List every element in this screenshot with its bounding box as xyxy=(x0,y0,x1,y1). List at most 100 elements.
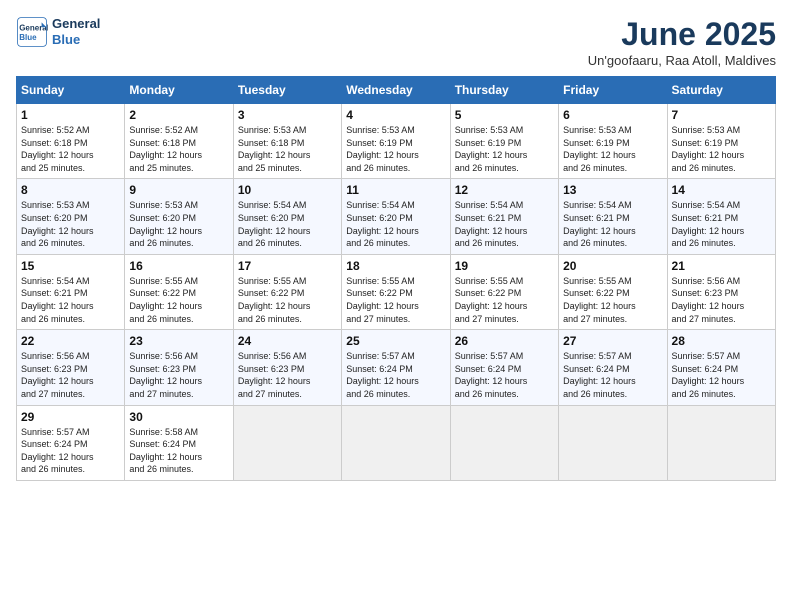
calendar-cell: 5 Sunrise: 5:53 AM Sunset: 6:19 PM Daylig… xyxy=(450,104,558,179)
day-number: 10 xyxy=(238,183,337,197)
day-info: Sunrise: 5:55 AM Sunset: 6:22 PM Dayligh… xyxy=(563,275,662,325)
week-row-3: 15 Sunrise: 5:54 AM Sunset: 6:21 PM Dayli… xyxy=(17,254,776,329)
day-number: 8 xyxy=(21,183,120,197)
calendar-cell: 23 Sunrise: 5:56 AM Sunset: 6:23 PM Dayli… xyxy=(125,330,233,405)
day-info: Sunrise: 5:54 AM Sunset: 6:21 PM Dayligh… xyxy=(563,199,662,249)
calendar-cell: 3 Sunrise: 5:53 AM Sunset: 6:18 PM Daylig… xyxy=(233,104,341,179)
day-info: Sunrise: 5:57 AM Sunset: 6:24 PM Dayligh… xyxy=(21,426,120,476)
calendar-cell: 29 Sunrise: 5:57 AM Sunset: 6:24 PM Dayli… xyxy=(17,405,125,480)
day-number: 15 xyxy=(21,259,120,273)
calendar-cell: 7 Sunrise: 5:53 AM Sunset: 6:19 PM Daylig… xyxy=(667,104,775,179)
day-info: Sunrise: 5:53 AM Sunset: 6:19 PM Dayligh… xyxy=(346,124,445,174)
day-number: 2 xyxy=(129,108,228,122)
calendar-cell xyxy=(450,405,558,480)
calendar-table: SundayMondayTuesdayWednesdayThursdayFrid… xyxy=(16,76,776,481)
day-number: 21 xyxy=(672,259,771,273)
calendar-cell xyxy=(342,405,450,480)
weekday-header-sunday: Sunday xyxy=(17,77,125,104)
calendar-cell: 1 Sunrise: 5:52 AM Sunset: 6:18 PM Daylig… xyxy=(17,104,125,179)
day-info: Sunrise: 5:54 AM Sunset: 6:21 PM Dayligh… xyxy=(21,275,120,325)
calendar-cell xyxy=(559,405,667,480)
day-info: Sunrise: 5:55 AM Sunset: 6:22 PM Dayligh… xyxy=(129,275,228,325)
day-info: Sunrise: 5:56 AM Sunset: 6:23 PM Dayligh… xyxy=(672,275,771,325)
day-info: Sunrise: 5:56 AM Sunset: 6:23 PM Dayligh… xyxy=(129,350,228,400)
calendar-cell xyxy=(233,405,341,480)
day-number: 18 xyxy=(346,259,445,273)
calendar-cell: 28 Sunrise: 5:57 AM Sunset: 6:24 PM Dayli… xyxy=(667,330,775,405)
day-number: 20 xyxy=(563,259,662,273)
day-number: 17 xyxy=(238,259,337,273)
calendar-subtitle: Un'goofaaru, Raa Atoll, Maldives xyxy=(588,53,776,68)
day-number: 19 xyxy=(455,259,554,273)
day-number: 3 xyxy=(238,108,337,122)
day-number: 14 xyxy=(672,183,771,197)
weekday-header-row: SundayMondayTuesdayWednesdayThursdayFrid… xyxy=(17,77,776,104)
calendar-cell: 25 Sunrise: 5:57 AM Sunset: 6:24 PM Dayli… xyxy=(342,330,450,405)
day-number: 29 xyxy=(21,410,120,424)
calendar-cell: 21 Sunrise: 5:56 AM Sunset: 6:23 PM Dayli… xyxy=(667,254,775,329)
day-info: Sunrise: 5:56 AM Sunset: 6:23 PM Dayligh… xyxy=(21,350,120,400)
day-number: 5 xyxy=(455,108,554,122)
calendar-cell: 8 Sunrise: 5:53 AM Sunset: 6:20 PM Daylig… xyxy=(17,179,125,254)
day-info: Sunrise: 5:57 AM Sunset: 6:24 PM Dayligh… xyxy=(346,350,445,400)
day-number: 9 xyxy=(129,183,228,197)
calendar-title: June 2025 xyxy=(588,16,776,53)
day-info: Sunrise: 5:57 AM Sunset: 6:24 PM Dayligh… xyxy=(672,350,771,400)
day-info: Sunrise: 5:54 AM Sunset: 6:20 PM Dayligh… xyxy=(238,199,337,249)
day-number: 12 xyxy=(455,183,554,197)
day-info: Sunrise: 5:54 AM Sunset: 6:20 PM Dayligh… xyxy=(346,199,445,249)
week-row-5: 29 Sunrise: 5:57 AM Sunset: 6:24 PM Dayli… xyxy=(17,405,776,480)
day-number: 11 xyxy=(346,183,445,197)
day-number: 25 xyxy=(346,334,445,348)
calendar-cell: 18 Sunrise: 5:55 AM Sunset: 6:22 PM Dayli… xyxy=(342,254,450,329)
calendar-cell: 19 Sunrise: 5:55 AM Sunset: 6:22 PM Dayli… xyxy=(450,254,558,329)
week-row-2: 8 Sunrise: 5:53 AM Sunset: 6:20 PM Daylig… xyxy=(17,179,776,254)
calendar-cell: 27 Sunrise: 5:57 AM Sunset: 6:24 PM Dayli… xyxy=(559,330,667,405)
calendar-cell: 20 Sunrise: 5:55 AM Sunset: 6:22 PM Dayli… xyxy=(559,254,667,329)
day-number: 1 xyxy=(21,108,120,122)
day-info: Sunrise: 5:54 AM Sunset: 6:21 PM Dayligh… xyxy=(672,199,771,249)
calendar-cell: 17 Sunrise: 5:55 AM Sunset: 6:22 PM Dayli… xyxy=(233,254,341,329)
day-info: Sunrise: 5:53 AM Sunset: 6:18 PM Dayligh… xyxy=(238,124,337,174)
day-number: 23 xyxy=(129,334,228,348)
calendar-cell: 6Sunrise: 5:53 AM Sunset: 6:19 PM Daylig… xyxy=(559,104,667,179)
day-info: Sunrise: 5:55 AM Sunset: 6:22 PM Dayligh… xyxy=(455,275,554,325)
header: General Blue General Blue June 2025 Un'g… xyxy=(16,16,776,68)
calendar-cell: 16 Sunrise: 5:55 AM Sunset: 6:22 PM Dayli… xyxy=(125,254,233,329)
day-info: Sunrise: 5:53 AM Sunset: 6:20 PM Dayligh… xyxy=(129,199,228,249)
logo-text: General Blue xyxy=(52,16,100,47)
calendar-cell: 30Sunrise: 5:58 AM Sunset: 6:24 PM Dayli… xyxy=(125,405,233,480)
svg-text:Blue: Blue xyxy=(19,33,37,42)
week-row-1: 1 Sunrise: 5:52 AM Sunset: 6:18 PM Daylig… xyxy=(17,104,776,179)
day-info: Sunrise: 5:57 AM Sunset: 6:24 PM Dayligh… xyxy=(455,350,554,400)
day-info: Sunrise: 5:53 AM Sunset: 6:20 PM Dayligh… xyxy=(21,199,120,249)
day-info: Sunrise: 5:52 AM Sunset: 6:18 PM Dayligh… xyxy=(21,124,120,174)
day-info: Sunrise: 5:53 AM Sunset: 6:19 PM Dayligh… xyxy=(672,124,771,174)
calendar-cell: 4Sunrise: 5:53 AM Sunset: 6:19 PM Daylig… xyxy=(342,104,450,179)
day-number: 7 xyxy=(672,108,771,122)
day-info: Sunrise: 5:53 AM Sunset: 6:19 PM Dayligh… xyxy=(455,124,554,174)
day-number: 27 xyxy=(563,334,662,348)
day-info: Sunrise: 5:55 AM Sunset: 6:22 PM Dayligh… xyxy=(346,275,445,325)
day-number: 28 xyxy=(672,334,771,348)
logo: General Blue General Blue xyxy=(16,16,100,48)
day-number: 13 xyxy=(563,183,662,197)
calendar-cell: 15 Sunrise: 5:54 AM Sunset: 6:21 PM Dayli… xyxy=(17,254,125,329)
weekday-header-friday: Friday xyxy=(559,77,667,104)
day-info: Sunrise: 5:54 AM Sunset: 6:21 PM Dayligh… xyxy=(455,199,554,249)
calendar-cell: 22 Sunrise: 5:56 AM Sunset: 6:23 PM Dayli… xyxy=(17,330,125,405)
day-number: 22 xyxy=(21,334,120,348)
day-info: Sunrise: 5:55 AM Sunset: 6:22 PM Dayligh… xyxy=(238,275,337,325)
day-number: 16 xyxy=(129,259,228,273)
calendar-cell: 24Sunrise: 5:56 AM Sunset: 6:23 PM Dayli… xyxy=(233,330,341,405)
calendar-cell: 13 Sunrise: 5:54 AM Sunset: 6:21 PM Dayli… xyxy=(559,179,667,254)
logo-icon: General Blue xyxy=(16,16,48,48)
day-info: Sunrise: 5:57 AM Sunset: 6:24 PM Dayligh… xyxy=(563,350,662,400)
calendar-cell: 14 Sunrise: 5:54 AM Sunset: 6:21 PM Dayli… xyxy=(667,179,775,254)
weekday-header-tuesday: Tuesday xyxy=(233,77,341,104)
day-info: Sunrise: 5:53 AM Sunset: 6:19 PM Dayligh… xyxy=(563,124,662,174)
calendar-cell xyxy=(667,405,775,480)
day-info: Sunrise: 5:56 AM Sunset: 6:23 PM Dayligh… xyxy=(238,350,337,400)
day-number: 30 xyxy=(129,410,228,424)
weekday-header-wednesday: Wednesday xyxy=(342,77,450,104)
